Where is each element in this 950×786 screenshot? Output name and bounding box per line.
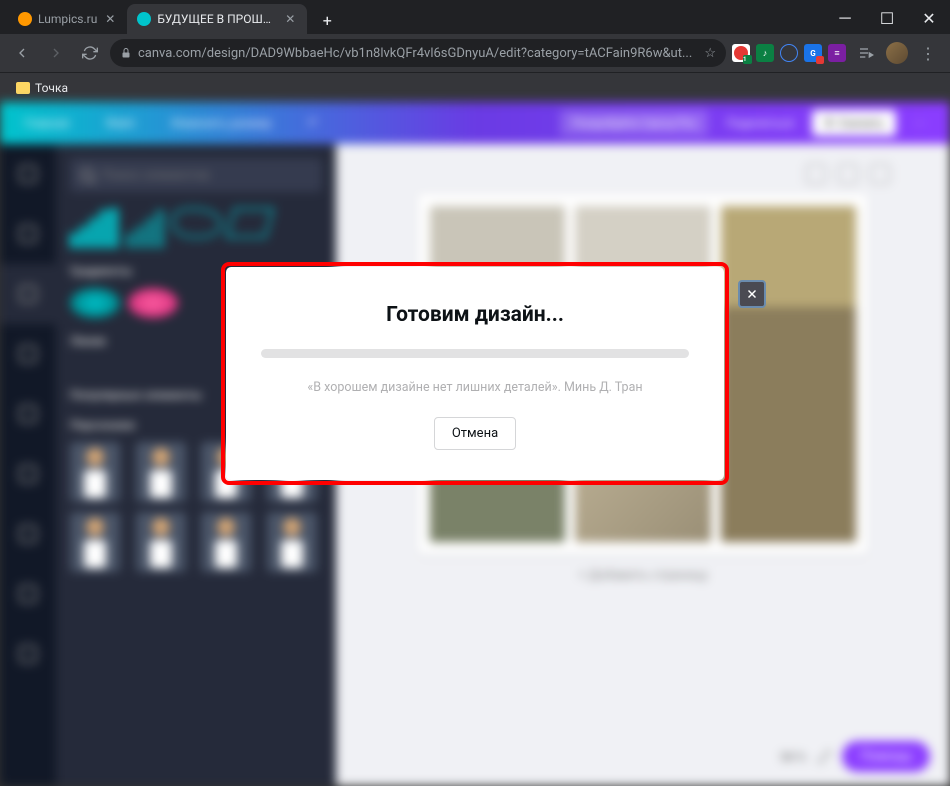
close-window-button[interactable]: ✕ (908, 2, 950, 34)
new-tab-button[interactable]: + (313, 6, 341, 34)
modal-quote: «В хорошем дизайне нет лишних деталей». … (256, 380, 694, 395)
tab-title: БУДУЩЕЕ В ПРОШЛОМ — Фото (157, 12, 277, 26)
bookmark-label: Точка (35, 81, 68, 95)
close-icon[interactable]: ✕ (103, 12, 117, 26)
favicon-canva (137, 12, 151, 26)
lock-icon (120, 47, 132, 59)
ext-blue-icon[interactable]: G (804, 44, 822, 62)
menu-icon[interactable]: ⋮ (914, 39, 942, 67)
browser-titlebar: Lumpics.ru ✕ БУДУЩЕЕ В ПРОШЛОМ — Фото ✕ … (0, 0, 950, 34)
reload-button[interactable] (76, 39, 104, 67)
close-icon[interactable]: ✕ (283, 12, 297, 26)
maximize-button[interactable]: ☐ (866, 2, 908, 34)
bookmarks-bar: Точка (0, 72, 950, 102)
back-button[interactable] (8, 39, 36, 67)
annotation-highlight (221, 262, 729, 485)
tab-lumpics[interactable]: Lumpics.ru ✕ (8, 4, 127, 34)
ext-globe-icon[interactable] (780, 44, 798, 62)
avatar[interactable] (886, 42, 908, 64)
bookmark-tochka[interactable]: Точка (10, 78, 74, 98)
preparing-design-modal: Готовим дизайн... «В хорошем дизайне нет… (226, 267, 724, 480)
modal-title: Готовим дизайн... (256, 303, 694, 327)
cancel-button[interactable]: Отмена (434, 417, 516, 450)
forward-button[interactable] (42, 39, 70, 67)
ext-purple-icon[interactable]: ≡ (828, 44, 846, 62)
close-modal-button[interactable] (738, 280, 766, 308)
extensions: 1 ♪ G ≡ (732, 44, 846, 62)
url-text: canva.com/design/DAD9WbbaeHc/vb1n8lvkQFr… (138, 46, 698, 61)
favicon-lumpics (18, 12, 32, 26)
folder-icon (16, 82, 30, 94)
minimize-button[interactable]: ─ (824, 2, 866, 34)
modal-overlay: Готовим дизайн... «В хорошем дизайне нет… (0, 102, 950, 786)
address-bar[interactable]: canva.com/design/DAD9WbbaeHc/vb1n8lvkQFr… (110, 39, 726, 67)
tab-canva[interactable]: БУДУЩЕЕ В ПРОШЛОМ — Фото ✕ (127, 4, 307, 34)
progress-bar (261, 349, 689, 358)
playlist-icon[interactable] (852, 39, 880, 67)
star-icon[interactable]: ☆ (704, 46, 716, 61)
ext-adblock-icon[interactable]: 1 (732, 44, 750, 62)
ext-green-icon[interactable]: ♪ (756, 44, 774, 62)
browser-toolbar: canva.com/design/DAD9WbbaeHc/vb1n8lvkQFr… (0, 34, 950, 72)
tab-title: Lumpics.ru (38, 12, 97, 26)
